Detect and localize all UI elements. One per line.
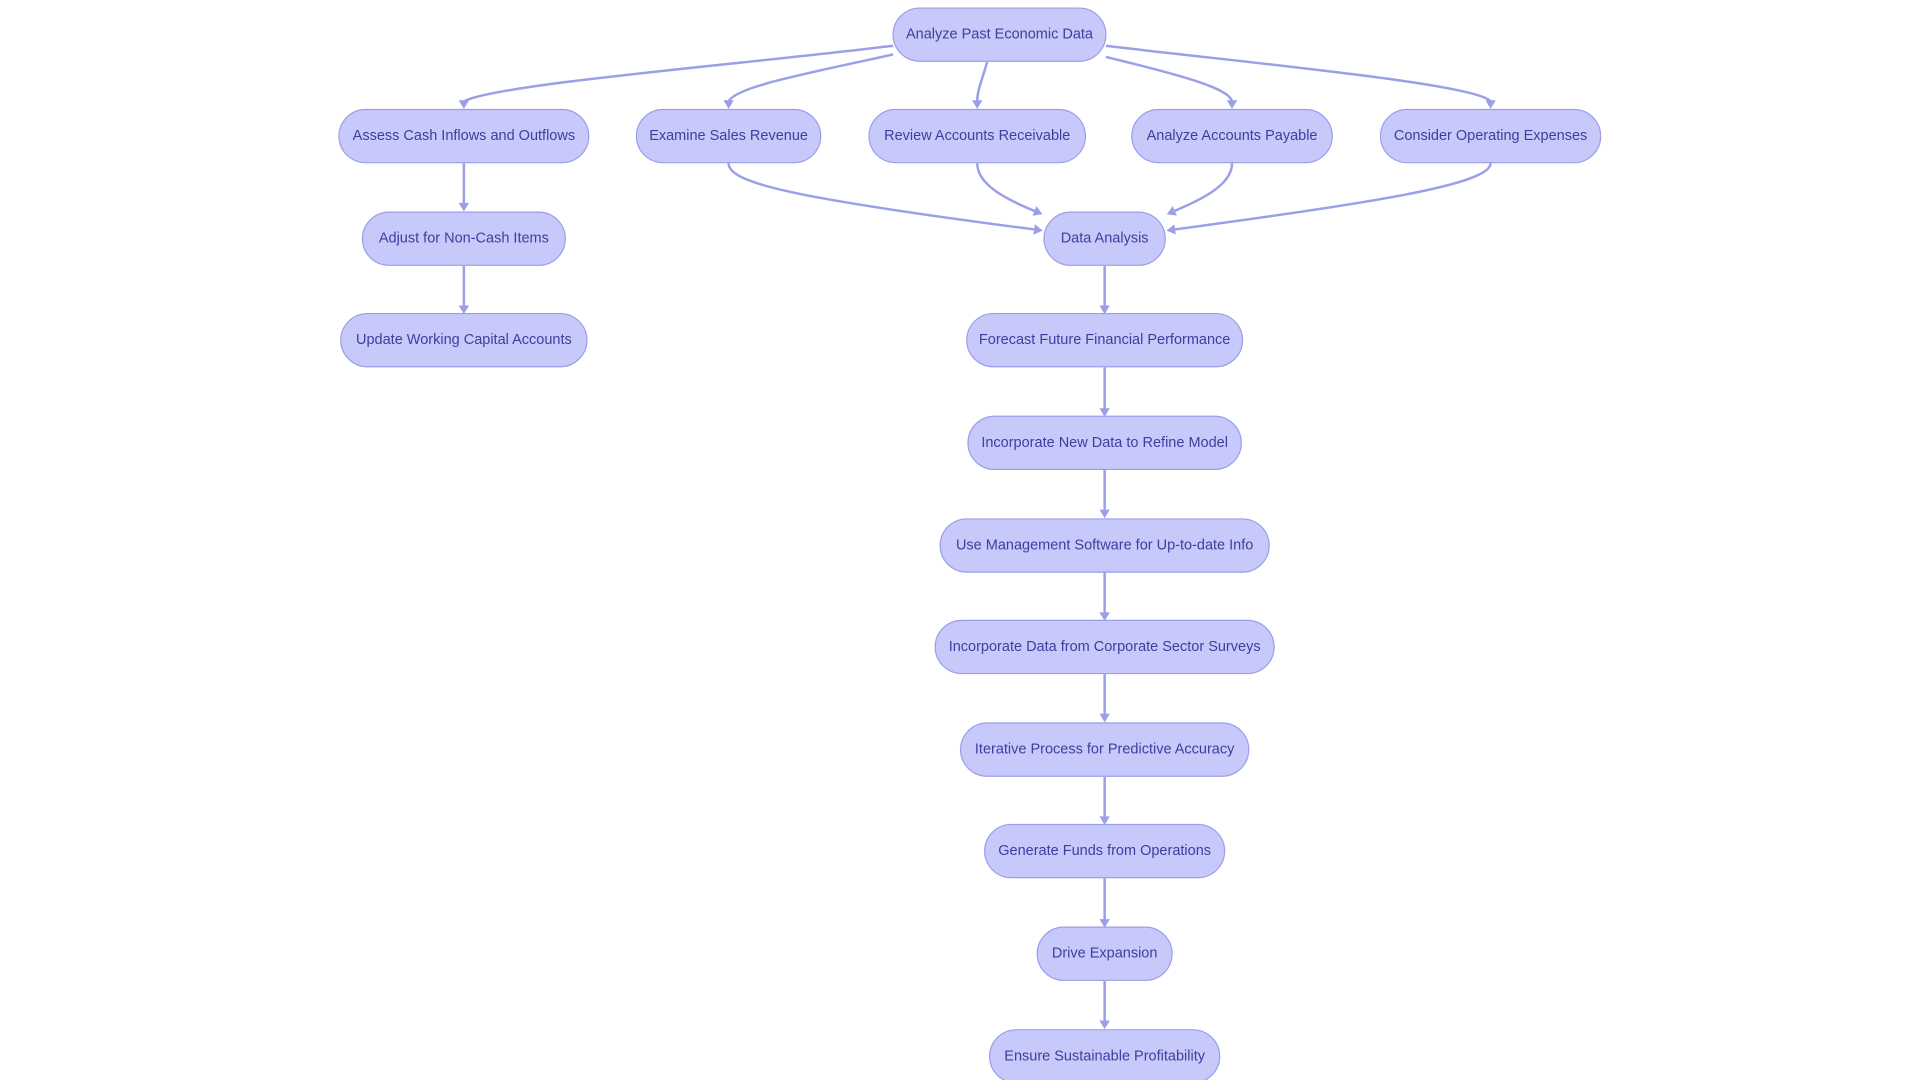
node-label: Iterative Process for Predictive Accurac…	[975, 742, 1235, 758]
edge-a-to-e	[1105, 55, 1238, 109]
connector-line	[727, 163, 1040, 232]
node-label: Use Management Software for Up-to-date I…	[956, 538, 1253, 554]
edge-e-to-i	[1166, 163, 1234, 216]
arrowhead-icon	[458, 305, 470, 315]
node-label: Review Accounts Receivable	[884, 128, 1070, 144]
node-analyze-past-economic-data[interactable]: Analyze Past Economic Data	[892, 7, 1107, 62]
arrowhead-icon	[1099, 509, 1110, 519]
edge-k-to-l	[1099, 470, 1110, 519]
node-iterative-process-for-predictive-accuracy[interactable]: Iterative Process for Predictive Accurac…	[959, 722, 1250, 777]
connector-line	[1169, 163, 1234, 214]
arrowhead-icon	[1099, 1020, 1110, 1030]
node-label: Data Analysis	[1061, 231, 1149, 247]
arrowhead-icon	[1033, 224, 1043, 235]
arrowhead-icon	[1485, 100, 1496, 109]
nodes-layer: Analyze Past Economic Data Assess Cash In…	[338, 7, 1602, 1080]
connector-line	[1105, 55, 1234, 106]
arrowhead-icon	[1099, 305, 1110, 315]
node-label: Incorporate New Data to Refine Model	[981, 435, 1228, 451]
edge-l-to-m	[1099, 571, 1110, 621]
connector-line	[975, 61, 989, 106]
edge-a-to-b	[458, 44, 894, 109]
node-data-analysis[interactable]: Data Analysis	[1043, 211, 1166, 266]
arrowhead-icon	[458, 202, 470, 212]
node-update-working-capital-accounts[interactable]: Update Working Capital Accounts	[340, 312, 588, 368]
node-label: Assess Cash Inflows and Outflows	[353, 128, 575, 144]
node-label: Analyze Accounts Payable	[1147, 128, 1318, 144]
node-incorporate-new-data-to-refine-model[interactable]: Incorporate New Data to Refine Model	[967, 415, 1242, 471]
edge-a-to-d	[972, 61, 989, 109]
edge-f-to-i	[1166, 162, 1492, 235]
node-label: Update Working Capital Accounts	[356, 332, 572, 348]
node-label: Analyze Past Economic Data	[906, 27, 1094, 43]
node-forecast-future-financial-performance[interactable]: Forecast Future Financial Performance	[966, 312, 1244, 368]
arrowhead-icon	[1099, 713, 1110, 723]
edge-j-to-k	[1099, 367, 1110, 417]
connector-line	[975, 163, 1040, 214]
arrowhead-icon	[1099, 919, 1110, 928]
node-examine-sales-revenue[interactable]: Examine Sales Revenue	[635, 108, 822, 164]
node-assess-cash-inflows-and-outflows[interactable]: Assess Cash Inflows and Outflows	[338, 108, 590, 164]
node-label: Consider Operating Expenses	[1394, 128, 1587, 144]
node-drive-expansion[interactable]: Drive Expansion	[1036, 926, 1173, 981]
node-analyze-accounts-payable[interactable]: Analyze Accounts Payable	[1131, 108, 1333, 164]
arrowhead-icon	[458, 100, 470, 109]
node-label: Incorporate Data from Corporate Sector S…	[949, 639, 1261, 655]
node-label: Examine Sales Revenue	[649, 128, 808, 144]
edge-p-to-q	[1099, 980, 1110, 1030]
node-generate-funds-from-operations[interactable]: Generate Funds from Operations	[984, 823, 1226, 879]
node-label: Ensure Sustainable Profitability	[1004, 1048, 1205, 1064]
arrowhead-icon	[972, 100, 983, 109]
arrowhead-icon	[1166, 224, 1176, 235]
connector-line	[462, 44, 894, 106]
node-label: Forecast Future Financial Performance	[979, 332, 1230, 348]
edge-i-to-j	[1099, 265, 1110, 315]
edge-c-to-i	[727, 163, 1043, 235]
edge-d-to-i	[975, 163, 1043, 216]
edge-a-to-f	[1105, 44, 1496, 109]
node-ensure-sustainable-profitability[interactable]: Ensure Sustainable Profitability	[989, 1029, 1221, 1080]
node-label: Adjust for Non-Cash Items	[379, 231, 549, 247]
node-use-management-software-for-up-to-date-info[interactable]: Use Management Software for Up-to-date I…	[939, 518, 1270, 573]
node-review-accounts-receivable[interactable]: Review Accounts Receivable	[868, 108, 1087, 164]
arrowhead-icon	[1099, 612, 1110, 621]
node-label: Drive Expansion	[1052, 946, 1158, 962]
edge-b-to-g	[458, 163, 470, 212]
node-adjust-for-non-cash-items[interactable]: Adjust for Non-Cash Items	[361, 211, 566, 266]
connector-line	[1105, 44, 1492, 106]
node-consider-operating-expenses[interactable]: Consider Operating Expenses	[1379, 108, 1602, 164]
arrowhead-icon	[1099, 408, 1110, 417]
arrowhead-icon	[1099, 816, 1110, 826]
arrowhead-icon	[723, 100, 734, 109]
edge-o-to-p	[1099, 878, 1110, 928]
edge-n-to-o	[1099, 776, 1110, 826]
arrowhead-icon	[1226, 100, 1238, 109]
node-incorporate-data-from-corporate-sector-surveys[interactable]: Incorporate Data from Corporate Sector S…	[934, 619, 1275, 675]
edge-m-to-n	[1099, 674, 1110, 723]
flowchart-canvas: Analyze Past Economic Data Assess Cash In…	[338, 7, 1602, 1080]
connector-line	[1170, 162, 1492, 232]
edge-g-to-h	[458, 265, 470, 315]
node-label: Generate Funds from Operations	[998, 843, 1211, 859]
